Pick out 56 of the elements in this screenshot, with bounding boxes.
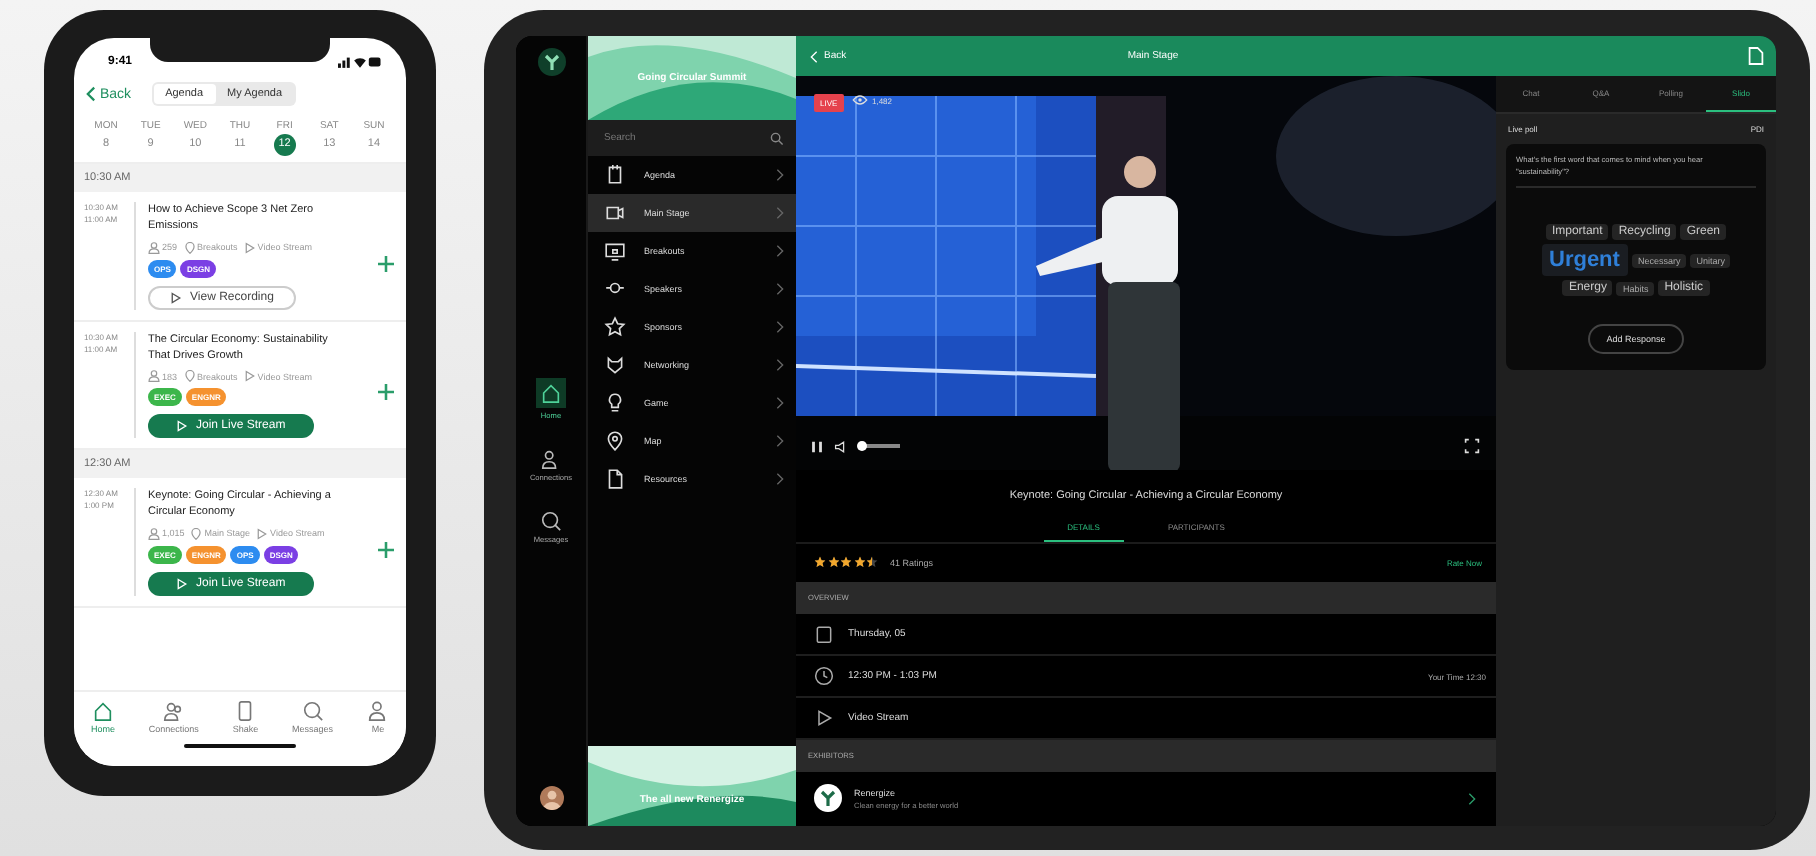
fullscreen-icon[interactable] bbox=[1464, 438, 1480, 454]
chevron-right-icon bbox=[776, 396, 784, 410]
chevron-right-icon bbox=[776, 168, 784, 182]
play-icon bbox=[243, 241, 256, 253]
monitor-icon bbox=[604, 240, 626, 262]
phone-icon bbox=[234, 700, 257, 722]
people-icon bbox=[162, 700, 185, 722]
document-icon bbox=[604, 468, 626, 490]
calendar-icon bbox=[814, 624, 834, 644]
pin-icon bbox=[190, 527, 203, 539]
play-icon bbox=[243, 370, 256, 382]
play-icon bbox=[176, 577, 188, 589]
person-icon bbox=[366, 700, 389, 722]
person-icon bbox=[148, 527, 160, 539]
chevron-left-icon bbox=[86, 86, 96, 102]
lightbulb-icon bbox=[604, 392, 626, 414]
add-icon[interactable] bbox=[378, 255, 394, 272]
play-icon bbox=[176, 420, 188, 432]
chevron-right-icon bbox=[776, 358, 784, 372]
eye-icon bbox=[852, 94, 868, 106]
chevron-right-icon bbox=[776, 320, 784, 334]
avatar-icon[interactable] bbox=[539, 786, 563, 810]
pause-icon[interactable] bbox=[810, 439, 824, 453]
play-icon bbox=[170, 291, 182, 303]
home-icon bbox=[91, 700, 114, 722]
cloud-word: Urgent bbox=[1541, 244, 1628, 277]
clock-icon bbox=[814, 666, 834, 686]
chevron-right-icon bbox=[776, 282, 784, 296]
map-pin-icon bbox=[604, 430, 626, 452]
pin-icon bbox=[183, 370, 196, 382]
pin-icon bbox=[183, 241, 196, 253]
star-icon bbox=[604, 316, 626, 338]
add-icon[interactable] bbox=[378, 541, 394, 558]
play-icon bbox=[814, 708, 834, 728]
play-icon bbox=[256, 527, 269, 539]
chevron-right-icon bbox=[776, 206, 784, 220]
chevron-right-icon bbox=[776, 244, 784, 258]
clipboard-icon bbox=[604, 164, 626, 186]
document-icon[interactable] bbox=[1748, 46, 1764, 66]
chevron-right-icon bbox=[776, 434, 784, 448]
chevron-left-icon bbox=[810, 49, 818, 63]
person-icon bbox=[148, 241, 160, 253]
status-icons bbox=[338, 56, 382, 68]
chevron-right-icon bbox=[776, 472, 784, 486]
search-icon[interactable] bbox=[770, 131, 784, 145]
chevron-icon[interactable] bbox=[1468, 791, 1476, 805]
home-icon bbox=[535, 378, 566, 408]
shield-icon bbox=[604, 354, 626, 376]
person-icon bbox=[148, 370, 160, 382]
people-icon bbox=[539, 448, 562, 470]
add-icon[interactable] bbox=[378, 384, 394, 401]
volume-icon[interactable] bbox=[834, 439, 850, 453]
home-indicator bbox=[184, 744, 296, 748]
logo-icon bbox=[537, 48, 565, 76]
exhibitor-logo-icon bbox=[814, 784, 842, 812]
video-camera-icon bbox=[604, 202, 626, 224]
